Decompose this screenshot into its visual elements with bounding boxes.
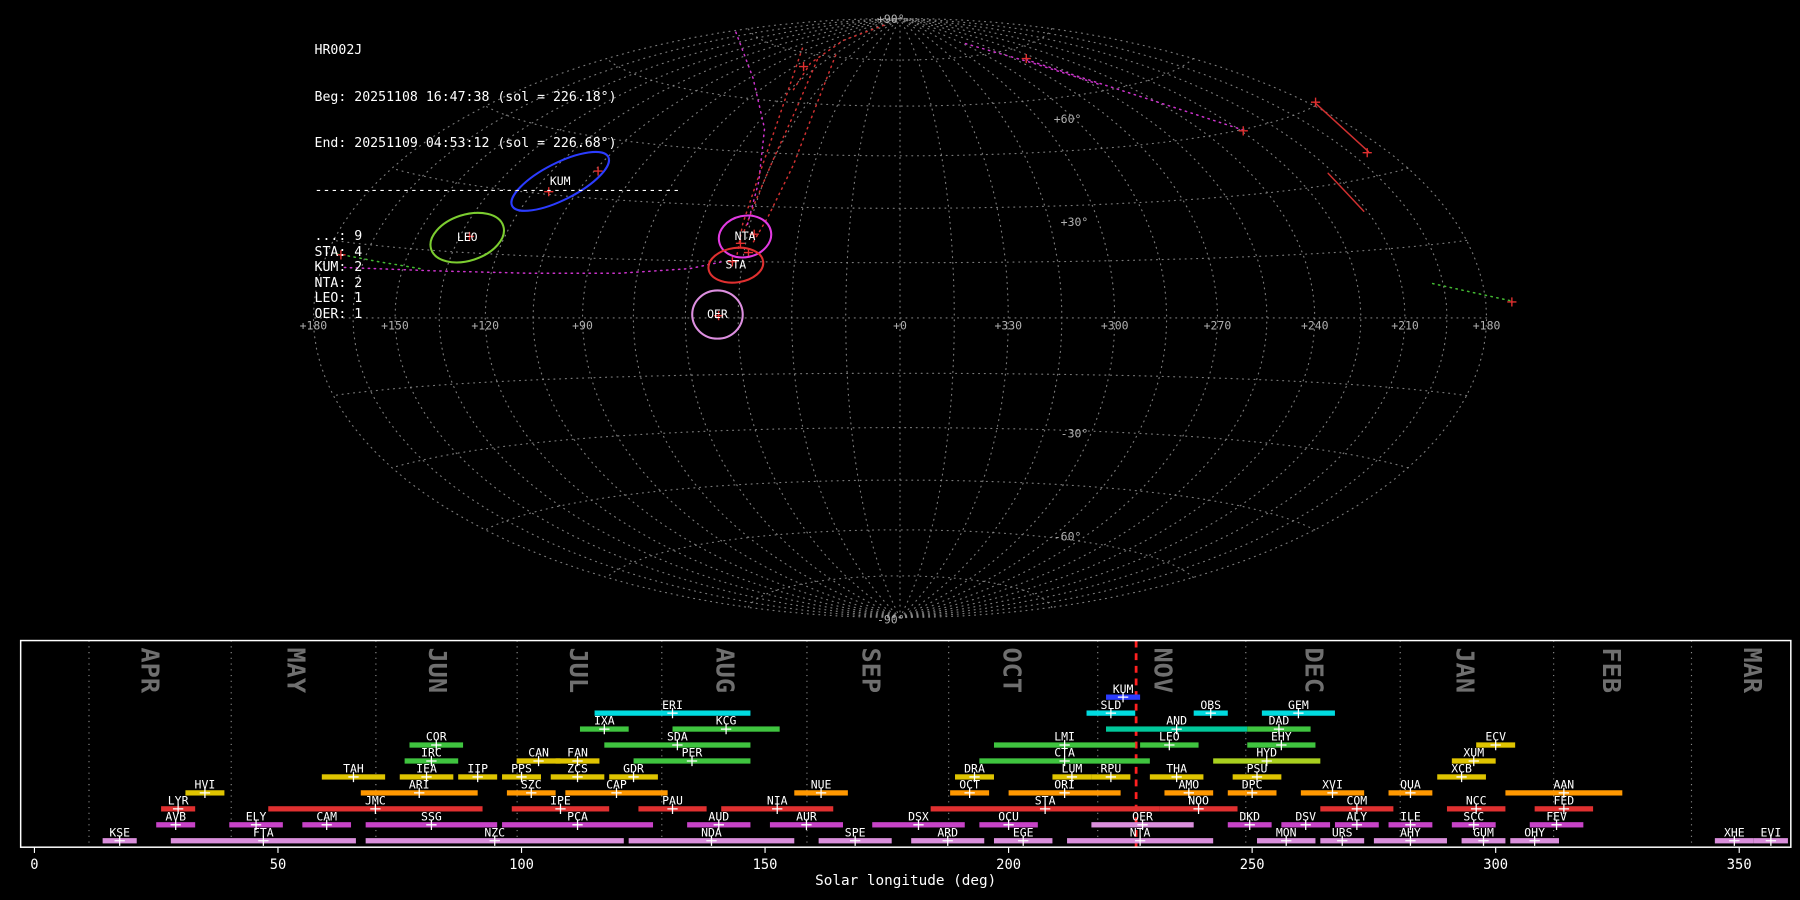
shower-count-row: OER: 1 bbox=[314, 304, 363, 321]
meteor-observation-screen: +180 +150 +120 +90 +0 +330 +300 +270 +240 +210 +18… bbox=[0, 0, 1800, 900]
header-divider: ----------------------------------------… bbox=[314, 180, 681, 197]
meteor-trail bbox=[964, 42, 1102, 86]
longitude-label: +300 bbox=[1101, 318, 1129, 332]
shower-counts: ...: 9 STA: 4 KUM: 2 NTA: 2 LEO: 1 OER: 1 bbox=[315, 228, 681, 321]
month-label-apr: APR bbox=[136, 647, 165, 693]
x-tick-label: 150 bbox=[753, 857, 778, 873]
latitude-label: -60° bbox=[1054, 530, 1082, 544]
x-tick-label: 300 bbox=[1483, 857, 1508, 873]
month-label-nov: NOV bbox=[1149, 647, 1178, 693]
activity-timeline: APR MAY JUN JUL AUG SEP OCT NOV DEC JAN FEB MARKUME… bbox=[19, 639, 1792, 889]
meteor-trail bbox=[1327, 172, 1365, 212]
meteor-trail bbox=[735, 31, 766, 226]
month-labels: APR MAY JUN JUL AUG SEP OCT NOV DEC JAN FEB MAR bbox=[136, 647, 1767, 693]
month-label-jun: JUN bbox=[423, 647, 452, 693]
x-tick-label: 350 bbox=[1727, 857, 1752, 873]
x-axis: 0 50 100 150 200 250 300 350 Solar longitude (de… bbox=[30, 847, 1752, 889]
shower-count-row: KUM: 2 bbox=[314, 258, 363, 275]
longitude-label: +0 bbox=[893, 318, 907, 332]
shower-count-row: STA: 4 bbox=[314, 242, 363, 259]
station-id: HR002J bbox=[314, 41, 363, 58]
x-axis-title: Solar longitude (deg) bbox=[815, 873, 996, 889]
x-tick-label: 200 bbox=[996, 857, 1021, 873]
x-tick-label: 100 bbox=[509, 857, 534, 873]
month-label-aug: AUG bbox=[710, 647, 739, 693]
meteor-trail bbox=[751, 54, 837, 246]
month-label-feb: FEB bbox=[1597, 647, 1626, 693]
session-begin: Beg: 20251108 16:47:38 (sol = 226.18°) bbox=[314, 87, 617, 104]
radiant-label-nta: NTA bbox=[735, 229, 756, 243]
latitude-label: +30° bbox=[1061, 215, 1089, 229]
meteor-radiant-cross bbox=[1238, 126, 1248, 136]
x-tick-label: 50 bbox=[270, 857, 287, 873]
month-label-oct: OCT bbox=[998, 647, 1027, 693]
x-tick-label: 0 bbox=[30, 857, 38, 873]
meteor-trail bbox=[791, 24, 885, 93]
meteor-radiant-cross bbox=[1362, 148, 1372, 158]
session-end: End: 20251109 04:53:12 (sol = 226.68°) bbox=[314, 134, 617, 151]
month-label-jul: JUL bbox=[564, 647, 593, 693]
shower-count-row: NTA: 2 bbox=[314, 273, 363, 290]
month-label-sep: SEP bbox=[856, 647, 885, 693]
shower-count-row: LEO: 1 bbox=[314, 289, 363, 306]
month-label-mar: MAR bbox=[1738, 647, 1767, 693]
latitude-label: +60° bbox=[1054, 112, 1082, 126]
latitude-label: -90° bbox=[877, 612, 905, 626]
month-label-jan: JAN bbox=[1451, 647, 1480, 693]
latitude-label: -30° bbox=[1061, 426, 1089, 440]
radiant-label-oer: OER bbox=[707, 307, 728, 321]
shower-bars: KUMERI SLD OBS GEMIXA KCG AND DADCOR SDA LMI LEO E… bbox=[102, 682, 1788, 846]
month-label-may: MAY bbox=[282, 647, 311, 693]
longitude-label: +270 bbox=[1204, 318, 1232, 332]
longitude-label: +180 bbox=[1473, 318, 1501, 332]
month-label-dec: DEC bbox=[1300, 647, 1329, 693]
longitude-label: +330 bbox=[994, 318, 1022, 332]
radiant-label-sta: STA bbox=[725, 258, 746, 272]
latitude-label: +90° bbox=[877, 12, 905, 26]
shower-count-row: ...: 9 bbox=[314, 227, 363, 244]
meteor-trail bbox=[1314, 102, 1370, 153]
observation-header: HR002J Beg: 20251108 16:47:38 (sol = 226… bbox=[315, 11, 681, 352]
radiant-map-and-timeline: +180 +150 +120 +90 +0 +330 +300 +270 +240 +210 +18… bbox=[19, 12, 1792, 889]
x-tick-label: 250 bbox=[1240, 857, 1265, 873]
longitude-label: +240 bbox=[1301, 318, 1329, 332]
longitude-label: +210 bbox=[1391, 318, 1419, 332]
meteor-radiant-cross bbox=[1507, 297, 1517, 307]
